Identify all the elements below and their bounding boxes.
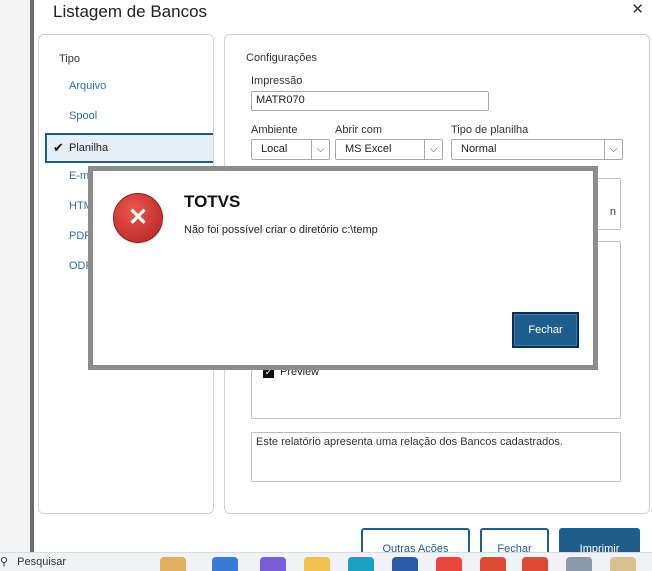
tipo-planilha-select[interactable]: Normal ⌵	[451, 139, 623, 160]
app-red-icon[interactable]	[480, 557, 506, 571]
app-icon[interactable]	[160, 557, 186, 571]
report-description: Este relatório apresenta uma relação dos…	[251, 432, 621, 482]
search-icon: ⚲	[0, 556, 9, 568]
tipo-item-planilha[interactable]: ✔ Planilha	[45, 133, 213, 163]
ambiente-select[interactable]: Local ⌵	[251, 139, 330, 160]
check-icon: ✔	[53, 140, 64, 155]
dialog-fechar-button[interactable]: Fechar	[512, 312, 579, 348]
notepad-icon[interactable]	[610, 557, 636, 571]
chevron-down-icon: ⌵	[311, 140, 329, 159]
window-title: Listagem de Bancos	[53, 2, 208, 21]
taskview-icon[interactable]	[212, 557, 238, 571]
dialog-frame: ✕ TOTVS Não foi possível criar o diretór…	[88, 166, 598, 370]
impressao-field[interactable]: MATR070	[251, 91, 489, 111]
abrir-com-label: Abrir com	[335, 124, 383, 136]
tipo-planilha-label: Tipo de planilha	[451, 124, 529, 136]
app-red-icon-2[interactable]	[522, 557, 548, 571]
abrir-com-select[interactable]: MS Excel ⌵	[335, 139, 443, 160]
impressao-label: Impressão	[251, 75, 303, 87]
store-icon[interactable]	[392, 557, 418, 571]
config-panel-title: Configurações	[246, 52, 317, 64]
dialog-message: Não foi possível criar o diretório c:\te…	[184, 224, 378, 236]
tipo-panel-title: Tipo	[59, 53, 80, 65]
taskbar-search[interactable]: ⚲ Pesquisar	[0, 555, 66, 568]
error-icon: ✕	[113, 193, 163, 243]
folder-icon[interactable]	[304, 557, 330, 571]
close-icon[interactable]: ✕	[631, 0, 644, 18]
tipo-item-label: Planilha	[69, 142, 109, 154]
ambiente-value: Local	[261, 143, 288, 155]
chevron-down-icon: ⌵	[424, 140, 442, 159]
copilot-icon[interactable]	[260, 557, 286, 571]
desktop-background	[0, 0, 30, 552]
options-text-fragment: n	[609, 206, 616, 218]
edge-icon[interactable]	[348, 557, 374, 571]
chevron-down-icon: ⌵	[604, 140, 622, 159]
dialog-title: TOTVS	[184, 192, 241, 211]
abrir-com-value: MS Excel	[345, 143, 392, 155]
tipo-item-arquivo[interactable]: Arquivo	[39, 73, 213, 103]
tipo-planilha-value: Normal	[461, 143, 497, 155]
ambiente-label: Ambiente	[251, 124, 298, 136]
error-dialog: ✕ TOTVS Não foi possível criar o diretór…	[93, 171, 593, 365]
taskbar-search-text: Pesquisar	[17, 556, 67, 568]
tipo-item-spool[interactable]: Spool	[39, 103, 213, 133]
taskbar: ⚲ Pesquisar	[0, 552, 652, 571]
settings-icon[interactable]	[566, 557, 592, 571]
chrome-icon[interactable]	[436, 557, 462, 571]
